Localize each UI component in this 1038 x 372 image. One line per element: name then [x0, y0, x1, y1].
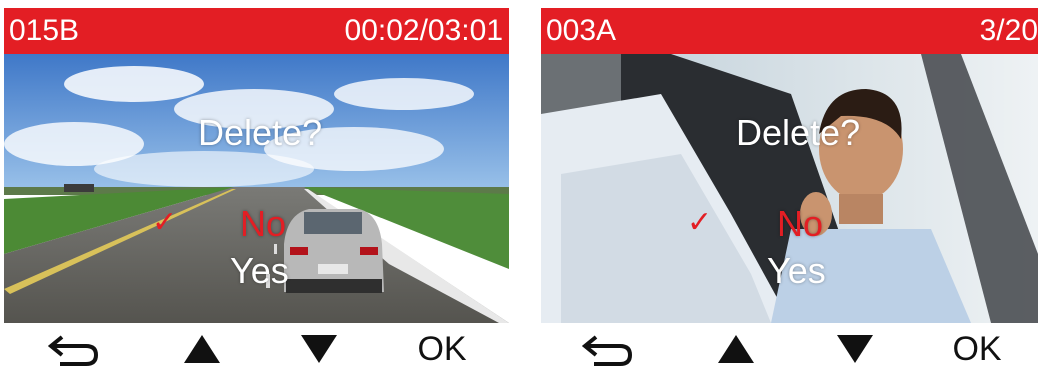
- down-button[interactable]: [297, 329, 341, 369]
- selected-check-icon: ✓: [687, 206, 713, 239]
- ok-button[interactable]: OK: [411, 329, 473, 369]
- back-button[interactable]: [46, 329, 102, 369]
- clip-id: 015B: [9, 14, 80, 47]
- ok-button[interactable]: OK: [946, 329, 1008, 369]
- title-bar: 015B 00:02/03:01: [4, 8, 509, 54]
- up-triangle-icon: [184, 335, 220, 363]
- up-button[interactable]: [714, 329, 758, 369]
- option-yes[interactable]: Yes: [230, 250, 289, 292]
- clip-id: 003A: [546, 14, 617, 47]
- video-preview: Delete? ✓ No Yes: [4, 54, 509, 323]
- back-arrow-icon: [582, 335, 633, 366]
- up-triangle-icon: [718, 335, 754, 363]
- back-arrow-icon: [48, 335, 99, 366]
- selected-check-icon: ✓: [152, 206, 178, 239]
- left-camera-screen: 015B 00:02/03:01 Delete? ✓ No Yes OK: [4, 0, 509, 372]
- button-row: OK: [541, 323, 1038, 372]
- title-bar: 003A 3/20: [541, 8, 1038, 54]
- down-button[interactable]: [833, 329, 877, 369]
- option-no[interactable]: No: [777, 203, 823, 245]
- up-button[interactable]: [180, 329, 224, 369]
- option-yes[interactable]: Yes: [767, 250, 826, 292]
- right-camera-screen: 003A 3/20 Delete? ✓ No Yes OK: [541, 0, 1038, 372]
- photo-preview: Delete? ✓ No Yes: [541, 54, 1038, 323]
- button-row: OK: [4, 323, 509, 372]
- delete-prompt: Delete?: [198, 112, 323, 153]
- delete-prompt: Delete?: [736, 112, 861, 153]
- down-triangle-icon: [837, 335, 873, 363]
- playback-time: 00:02/03:01: [344, 14, 503, 47]
- file-counter: 3/20: [979, 14, 1038, 47]
- back-button[interactable]: [580, 329, 636, 369]
- option-no[interactable]: No: [240, 203, 286, 245]
- down-triangle-icon: [301, 335, 337, 363]
